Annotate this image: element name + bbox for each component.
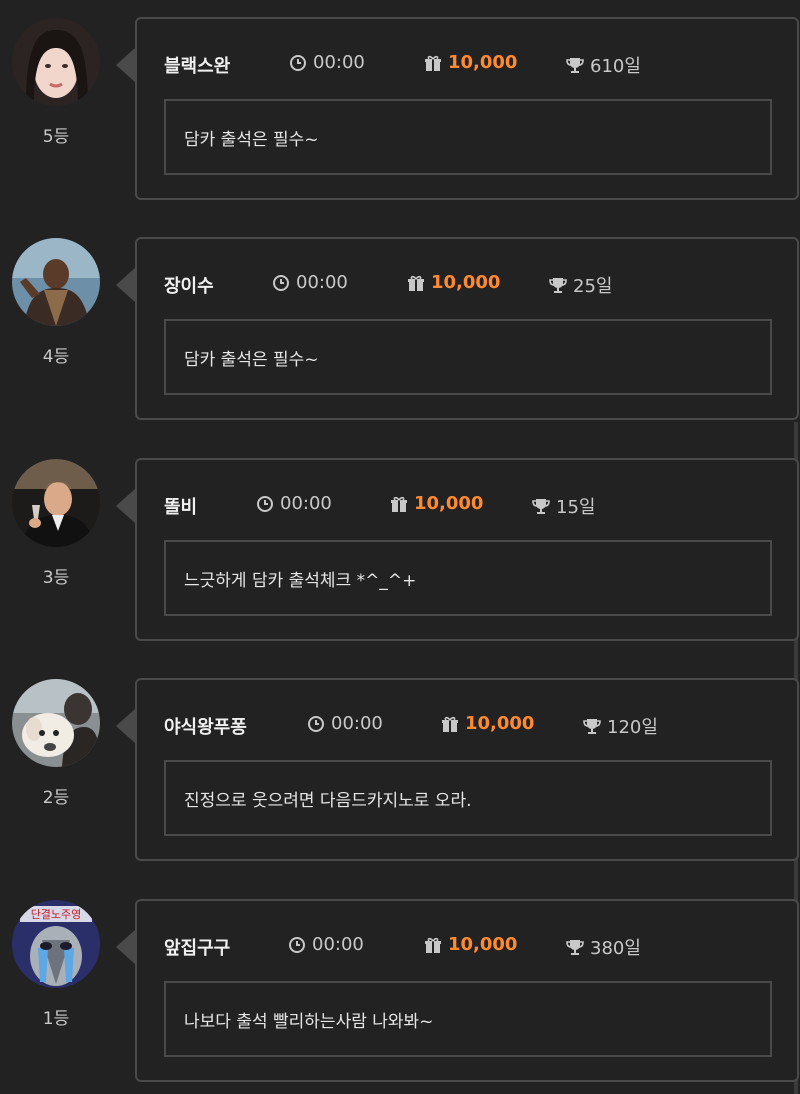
days-value: 15일 — [556, 497, 596, 518]
rank-label: 1등 — [42, 1009, 70, 1029]
ranking-entry: 단결노주영 1등 앞집구구 00:00 10,000 380일 나보다 출석 빨… — [0, 882, 800, 1082]
days-value: 380일 — [590, 938, 641, 959]
card-pointer — [116, 48, 135, 82]
days-value: 120일 — [607, 717, 658, 738]
gift-icon — [442, 716, 458, 732]
comment-card: 블랙스완 00:00 10,000 610일 담카 출석은 필수~ — [135, 17, 799, 200]
card-pointer — [116, 489, 135, 523]
trophy-icon — [566, 58, 584, 73]
attendance-days: 120일 — [583, 713, 658, 739]
username[interactable]: 블랙스완 — [164, 52, 230, 78]
time-info: 00:00 — [272, 272, 348, 293]
entry-meta: 똘비 00:00 10,000 15일 — [164, 493, 764, 519]
avatar-image — [12, 238, 100, 326]
points-value: 10,000 — [431, 272, 501, 293]
time-value: 00:00 — [312, 934, 364, 955]
points-info: 10,000 — [424, 934, 517, 955]
points-info: 10,000 — [390, 493, 483, 514]
avatar-image: 단결노주영 — [12, 900, 100, 988]
comment-card: 앞집구구 00:00 10,000 380일 나보다 출석 빨리하는사람 나와봐… — [135, 899, 799, 1082]
entry-meta: 야식왕푸퐁 00:00 10,000 120일 — [164, 713, 764, 739]
entry-meta: 앞집구구 00:00 10,000 380일 — [164, 934, 764, 960]
avatar-image — [12, 459, 100, 547]
points-info: 10,000 — [441, 713, 534, 734]
entry-meta: 장이수 00:00 10,000 25일 — [164, 272, 764, 298]
gift-icon — [408, 275, 424, 291]
days-value: 25일 — [573, 276, 613, 297]
points-value: 10,000 — [414, 493, 484, 514]
time-value: 00:00 — [313, 52, 365, 73]
rank-label: 5등 — [42, 127, 70, 147]
comment-card: 똘비 00:00 10,000 15일 느긋하게 담카 출석체크 *^_^+ — [135, 458, 799, 641]
avatar[interactable] — [12, 679, 100, 767]
username[interactable]: 똘비 — [164, 493, 197, 519]
comment-text: 느긋하게 담카 출석체크 *^_^+ — [164, 540, 772, 616]
card-pointer — [116, 930, 135, 964]
comment-text: 진정으로 웃으려면 다음드카지노로 오라. — [164, 760, 772, 836]
comment-card: 야식왕푸퐁 00:00 10,000 120일 진정으로 웃으려면 다음드카지노… — [135, 678, 799, 861]
ranking-entry: 3등 똘비 00:00 10,000 15일 느긋하게 담카 출석체크 *^_^… — [0, 441, 800, 641]
clock-icon — [273, 274, 289, 291]
comment-text: 담카 출석은 필수~ — [164, 99, 772, 175]
ranking-entry: 5등 블랙스완 00:00 10,000 610일 담카 출석은 필수~ — [0, 0, 800, 200]
points-info: 10,000 — [407, 272, 500, 293]
time-info: 00:00 — [288, 934, 364, 955]
points-info: 10,000 — [424, 52, 517, 73]
days-value: 610일 — [590, 56, 641, 77]
attendance-days: 15일 — [532, 493, 595, 519]
clock-icon — [290, 54, 306, 71]
trophy-icon — [583, 719, 601, 734]
card-pointer — [116, 268, 135, 302]
card-pointer — [116, 709, 135, 743]
clock-icon — [308, 715, 324, 732]
gift-icon — [425, 937, 441, 953]
avatar-image — [12, 679, 100, 767]
username[interactable]: 앞집구구 — [164, 934, 230, 960]
attendance-days: 380일 — [566, 934, 641, 960]
attendance-days: 610일 — [566, 52, 641, 78]
ranking-entry: 4등 장이수 00:00 10,000 25일 담카 출석은 필수~ — [0, 220, 800, 420]
points-value: 10,000 — [465, 713, 535, 734]
comment-card: 장이수 00:00 10,000 25일 담카 출석은 필수~ — [135, 237, 799, 420]
rank-label: 2등 — [42, 788, 70, 808]
gift-icon — [425, 55, 441, 71]
comment-text: 나보다 출석 빨리하는사람 나와봐~ — [164, 981, 772, 1057]
time-value: 00:00 — [296, 272, 348, 293]
clock-icon — [257, 495, 273, 512]
username[interactable]: 야식왕푸퐁 — [164, 713, 247, 739]
rank-label: 3등 — [42, 568, 70, 588]
avatar-image — [12, 18, 100, 106]
trophy-icon — [566, 940, 584, 955]
rank-label: 4등 — [42, 347, 70, 367]
time-info: 00:00 — [307, 713, 383, 734]
time-value: 00:00 — [331, 713, 383, 734]
ranking-entry: 2등 야식왕푸퐁 00:00 10,000 120일 진정으로 웃으려면 다음드… — [0, 661, 800, 861]
points-value: 10,000 — [448, 52, 518, 73]
trophy-icon — [532, 499, 550, 514]
time-info: 00:00 — [256, 493, 332, 514]
clock-icon — [289, 936, 305, 953]
entry-meta: 블랙스완 00:00 10,000 610일 — [164, 52, 764, 78]
avatar[interactable]: 단결노주영 — [12, 900, 100, 988]
avatar[interactable] — [12, 18, 100, 106]
avatar[interactable] — [12, 459, 100, 547]
comment-text: 담카 출석은 필수~ — [164, 319, 772, 395]
time-value: 00:00 — [280, 493, 332, 514]
avatar[interactable] — [12, 238, 100, 326]
username[interactable]: 장이수 — [164, 272, 214, 298]
time-info: 00:00 — [289, 52, 365, 73]
attendance-days: 25일 — [549, 272, 612, 298]
avatar-badge-text: 단결노주영 — [31, 908, 82, 921]
gift-icon — [391, 496, 407, 512]
points-value: 10,000 — [448, 934, 518, 955]
trophy-icon — [549, 278, 567, 293]
